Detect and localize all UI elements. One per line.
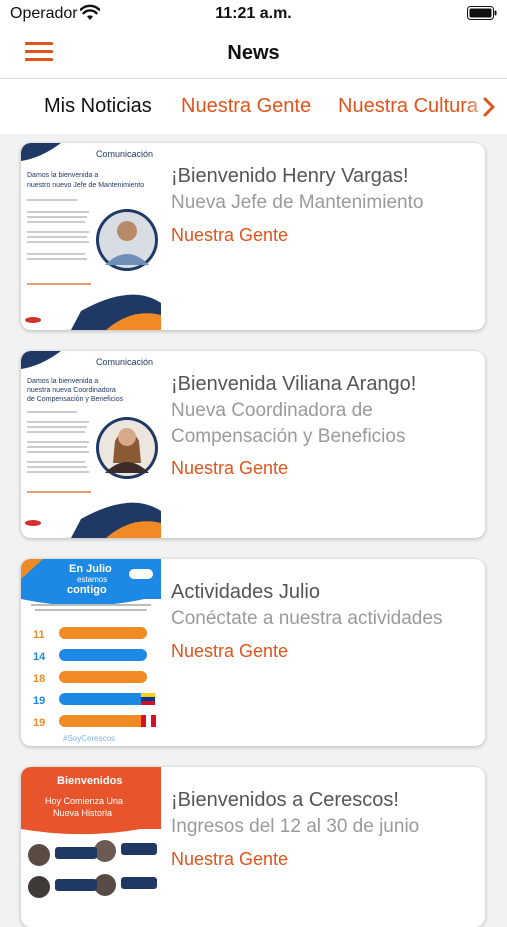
- svg-text:18: 18: [33, 673, 45, 685]
- article-thumbnail: Bienvenidos Hoy Comienza Una Nueva Histo…: [21, 767, 161, 927]
- status-bar: Operador 11:21 a.m.: [0, 0, 507, 28]
- article-subtitle: Ingresos del 12 al 30 de junio: [171, 816, 420, 837]
- article-subtitle: Conéctate a nuestra actividades: [171, 608, 443, 629]
- page-title: News: [227, 42, 280, 64]
- svg-text:Damos la bienvenida a: Damos la bienvenida a: [27, 378, 98, 385]
- tab-nuestra-cultura[interactable]: Nuestra Cultura: [338, 95, 478, 118]
- svg-text:En Julio: En Julio: [69, 563, 112, 575]
- news-card[interactable]: Comunicación Damos la bienvenida a nuest…: [21, 143, 485, 330]
- svg-text:Damos la bienvenida a: Damos la bienvenida a: [27, 172, 98, 179]
- news-card[interactable]: Bienvenidos Hoy Comienza Una Nueva Histo…: [21, 767, 485, 927]
- article-title: ¡Bienvenido Henry Vargas!: [171, 165, 409, 187]
- category-tabs: Mis Noticias Nuestra Gente Nuestra Cultu…: [0, 79, 507, 134]
- article-category[interactable]: Nuestra Gente: [171, 458, 288, 479]
- article-thumbnail: Comunicación Damos la bienvenida a nuest…: [21, 143, 161, 330]
- tab-mis-noticias[interactable]: Mis Noticias: [44, 95, 152, 118]
- svg-text:estamos: estamos: [77, 575, 107, 584]
- article-category[interactable]: Nuestra Gente: [171, 641, 288, 662]
- article-title: ¡Bienvenida Viliana Arango!: [171, 373, 417, 395]
- article-title: Actividades Julio: [171, 581, 320, 603]
- chevron-right-icon[interactable]: [481, 95, 497, 119]
- svg-text:14: 14: [33, 651, 46, 663]
- navigation-bar: News: [0, 28, 507, 79]
- article-subtitle: Nueva Coordinadora de Compensación y Ben…: [171, 400, 406, 447]
- article-category[interactable]: Nuestra Gente: [171, 225, 288, 246]
- news-card[interactable]: Comunicación Damos la bienvenida a nuest…: [21, 351, 485, 538]
- svg-text:nuestra nueva Coordinadora: nuestra nueva Coordinadora: [27, 387, 116, 394]
- tab-nuestra-gente[interactable]: Nuestra Gente: [181, 95, 311, 118]
- article-title: ¡Bienvenidos a Cerescos!: [171, 789, 399, 811]
- svg-text:Hoy Comienza Una: Hoy Comienza Una: [45, 796, 123, 806]
- svg-text:de Compensación y Beneficios: de Compensación y Beneficios: [27, 396, 124, 403]
- svg-text:11: 11: [33, 629, 45, 641]
- clock: 11:21 a.m.: [215, 5, 292, 22]
- svg-text:Comunicación: Comunicación: [96, 149, 153, 159]
- article-thumbnail: En Julio estamos contigo 11 14 18 19 19 …: [21, 559, 161, 746]
- svg-text:19: 19: [33, 695, 45, 707]
- svg-text:Nueva Historia: Nueva Historia: [53, 808, 112, 818]
- svg-text:nuestro nuevo Jefe de Mantenim: nuestro nuevo Jefe de Mantenimiento: [27, 182, 144, 189]
- svg-text:#SoyCerescos: #SoyCerescos: [63, 734, 115, 743]
- article-thumbnail: Comunicación Damos la bienvenida a nuest…: [21, 351, 161, 538]
- svg-text:Bienvenidos: Bienvenidos: [57, 775, 122, 787]
- battery-icon: [467, 6, 497, 20]
- svg-text:19: 19: [33, 717, 45, 729]
- svg-text:contigo: contigo: [67, 584, 107, 596]
- svg-text:Comunicación: Comunicación: [96, 357, 153, 367]
- article-subtitle: Nueva Jefe de Mantenimiento: [171, 192, 424, 213]
- news-card[interactable]: En Julio estamos contigo 11 14 18 19 19 …: [21, 559, 485, 746]
- article-category[interactable]: Nuestra Gente: [171, 849, 288, 870]
